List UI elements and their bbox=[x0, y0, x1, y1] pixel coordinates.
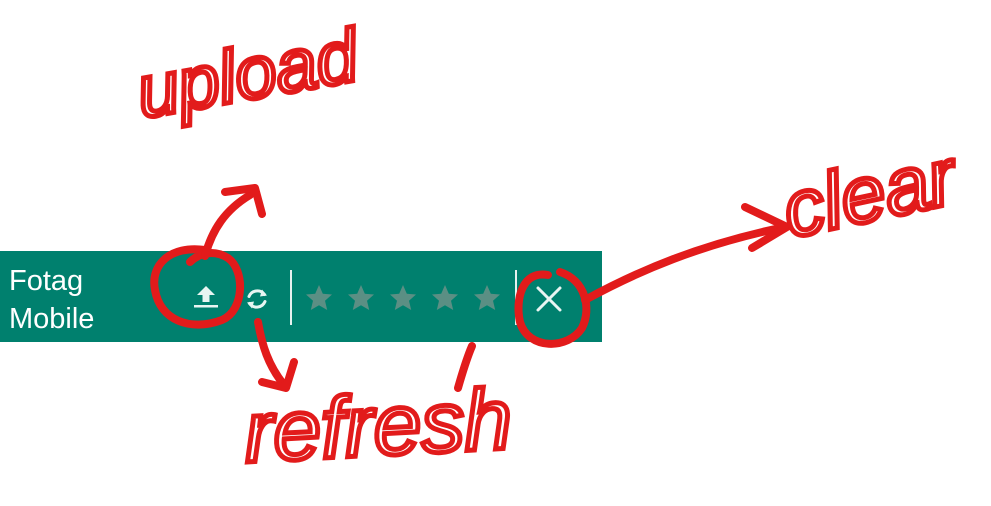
app-title-line-1: Fotag bbox=[9, 265, 84, 297]
clear-button[interactable] bbox=[530, 280, 568, 318]
toolbar-divider bbox=[515, 270, 517, 325]
close-icon bbox=[536, 286, 562, 312]
upload-button[interactable] bbox=[189, 280, 223, 314]
clear-arrow-annotation bbox=[581, 224, 784, 304]
upload-label-annotation: upload bbox=[130, 13, 366, 134]
refresh-label-annotation: refresh bbox=[242, 371, 514, 481]
star-icon[interactable] bbox=[430, 283, 460, 313]
star-icon[interactable] bbox=[472, 283, 502, 313]
upload-arrow-annotation bbox=[201, 191, 254, 260]
refresh-button[interactable] bbox=[241, 283, 273, 315]
star-icon[interactable] bbox=[304, 283, 334, 313]
refresh-icon bbox=[247, 289, 267, 309]
app-title-line-2: Mobile bbox=[9, 303, 95, 335]
clear-label-annotation: clear bbox=[775, 131, 966, 255]
app-title: Fotag Mobile bbox=[9, 262, 94, 338]
upload-icon bbox=[194, 286, 218, 308]
star-icon[interactable] bbox=[346, 283, 376, 313]
star-icon[interactable] bbox=[388, 283, 418, 313]
toolbar-divider bbox=[290, 270, 292, 325]
